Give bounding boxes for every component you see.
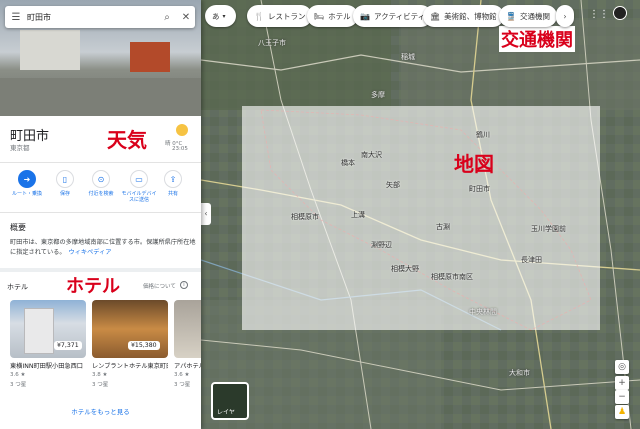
divider (0, 212, 201, 213)
map-label: 相模原市 (291, 213, 319, 221)
hotel-card[interactable]: ¥7,371 東横INN町田駅小田急西口 3.6 ★ 3 つ星 (10, 300, 86, 388)
map-label: 矢部 (386, 181, 400, 189)
price-info-label[interactable]: 価格について (143, 282, 176, 290)
save-button[interactable]: ▯ 保存 (48, 170, 82, 197)
wikipedia-link[interactable]: ウィキペディア (69, 249, 112, 256)
hotel-image: ¥15,380 (92, 300, 168, 358)
minus-icon: − (618, 392, 626, 402)
layers-button[interactable]: レイヤ (211, 382, 249, 420)
hotel-class: 3 つ星 (92, 382, 109, 388)
map-label: 古淵 (436, 223, 450, 231)
map-label: 町田市 (469, 185, 490, 193)
pegman-button[interactable]: ♟ (615, 405, 629, 419)
hotel-icon: 🛏 (314, 11, 325, 21)
map-label: 稲城 (401, 53, 415, 61)
chip-museum[interactable]: 🏛 美術館、博物館 (423, 5, 504, 27)
weather-callout: 天気 (107, 128, 147, 152)
hotel-rating: 3.8 ★ (92, 372, 108, 378)
map-label: 玉川学園前 (531, 225, 566, 233)
location-button[interactable]: ◎ (615, 360, 629, 374)
hotel-image (174, 300, 201, 358)
sun-icon (176, 124, 188, 136)
chevron-left-icon: ‹ (204, 209, 208, 218)
hotel-rating: 3.6 ★ (10, 372, 26, 378)
hotel-price: ¥15,380 (128, 341, 160, 350)
chip-language[interactable]: あ ▾ (205, 5, 236, 27)
bookmark-icon: ▯ (56, 170, 74, 188)
plus-icon: + (618, 378, 626, 388)
chip-restaurant[interactable]: 🍴 レストラン (247, 5, 313, 27)
pegman-icon: ♟ (617, 407, 627, 417)
chip-activity[interactable]: 📷 アクティビティ (353, 5, 433, 27)
map-label: 相模原市南区 (431, 273, 473, 281)
chips-next-button[interactable]: › (556, 5, 574, 27)
map-label: 淵野辺 (371, 241, 392, 249)
map-canvas[interactable]: 八王子市 相模原市 町田市 稲城 多摩 南大沢 相模大野 中央林間 大和市 長津… (201, 0, 640, 429)
my-location-icon: ◎ (618, 362, 626, 372)
hotel-name: レンブラントホテル東京町田 (92, 363, 168, 370)
weather-time: 23:05 (172, 146, 188, 152)
chevron-down-icon: ▾ (222, 12, 226, 20)
hotel-image: ¥7,371 (10, 300, 86, 358)
hotel-rating: 3.6 ★ (174, 372, 190, 378)
apps-grid-icon[interactable]: ⋮⋮ (589, 9, 609, 20)
category-chips: あ ▾ 🍴 レストラン 🛏 ホテル 📷 アクティビティ 🏛 美術館、博物館 🚆 交通機関 › (201, 5, 640, 27)
map-label: 長津田 (521, 256, 542, 264)
nearby-button[interactable]: ⊙ 付近を検索 (84, 170, 118, 197)
map-label: 多摩 (371, 91, 385, 99)
map-label: 相模大野 (391, 265, 419, 273)
transit-icon: 🚆 (506, 11, 516, 21)
map-label: 大和市 (509, 369, 530, 377)
overview-heading: 概要 (10, 223, 26, 232)
search-icon[interactable]: ⌕ (157, 12, 177, 23)
hotel-name: 東横INN町田駅小田急西口 (10, 363, 83, 370)
overview-text: 町田市は、東京都の多摩地域南部に位置する市。保護所県庁所在地に指定されている。ウ… (10, 239, 196, 256)
search-input[interactable]: 町田市 (27, 12, 157, 23)
info-icon[interactable]: i (180, 281, 188, 289)
share-icon: ⇪ (164, 170, 182, 188)
hotel-class: 3 つ星 (174, 382, 191, 388)
menu-icon[interactable]: ☰ (5, 12, 27, 23)
more-hotels-link[interactable]: ホテルをもっと見る (0, 406, 201, 416)
hotel-name: アパホテル (174, 363, 201, 370)
zoom-in-button[interactable]: + (615, 376, 629, 390)
hotel-card[interactable]: アパホテル 3.6 ★ 3 つ星 (174, 300, 201, 388)
museum-icon: 🏛 (430, 11, 441, 21)
search-box[interactable]: ☰ 町田市 ⌕ ✕ (5, 6, 195, 28)
zoom-out-button[interactable]: − (615, 390, 629, 404)
restaurant-icon: 🍴 (254, 11, 264, 21)
directions-icon: ➜ (18, 170, 36, 188)
hotel-class: 3 つ星 (10, 382, 27, 388)
chevron-right-icon: › (563, 11, 567, 21)
nearby-icon: ⊙ (92, 170, 110, 188)
map-label: 中央林間 (469, 308, 497, 316)
camera-icon: 📷 (360, 11, 370, 21)
chip-hotel[interactable]: 🛏 ホテル (307, 5, 358, 27)
divider (0, 162, 201, 163)
map-label: 橋本 (341, 159, 355, 167)
close-icon[interactable]: ✕ (177, 12, 195, 23)
map-label: 南大沢 (361, 151, 382, 159)
chip-transit[interactable]: 🚆 交通機関 (499, 5, 557, 27)
directions-button[interactable]: ➜ ルート・乗換 (10, 170, 44, 197)
map-label: 鶴川 (476, 131, 490, 139)
avatar[interactable] (613, 6, 627, 20)
hotel-card[interactable]: ¥15,380 レンブラントホテル東京町田 3.8 ★ 3 つ星 (92, 300, 168, 388)
transit-callout: 交通機関 (499, 26, 575, 52)
hotel-price: ¥7,371 (54, 341, 82, 350)
map-label: 上溝 (351, 211, 365, 219)
hotels-heading: ホテル (7, 283, 28, 291)
place-subtitle: 東京都 (10, 144, 30, 152)
map-label: 八王子市 (258, 39, 286, 47)
share-button[interactable]: ⇪ 共有 (156, 170, 190, 197)
send-to-phone-icon: ▭ (130, 170, 148, 188)
send-to-phone-button[interactable]: ▭ モバイルデバイスに送信 (120, 170, 158, 203)
collapse-panel-button[interactable]: ‹ (201, 203, 211, 225)
side-panel: ☰ 町田市 ⌕ ✕ 町田市 東京都 天気 晴 0°C 23:05 ➜ ルート・乗… (0, 0, 201, 429)
action-bar: ➜ ルート・乗換 ▯ 保存 ⊙ 付近を検索 ▭ モバイルデバイスに送信 ⇪ 共有 (0, 170, 201, 210)
map-callout: 地図 (454, 152, 494, 176)
hotel-callout: ホテル (66, 276, 120, 297)
layers-label: レイヤ (217, 409, 235, 416)
